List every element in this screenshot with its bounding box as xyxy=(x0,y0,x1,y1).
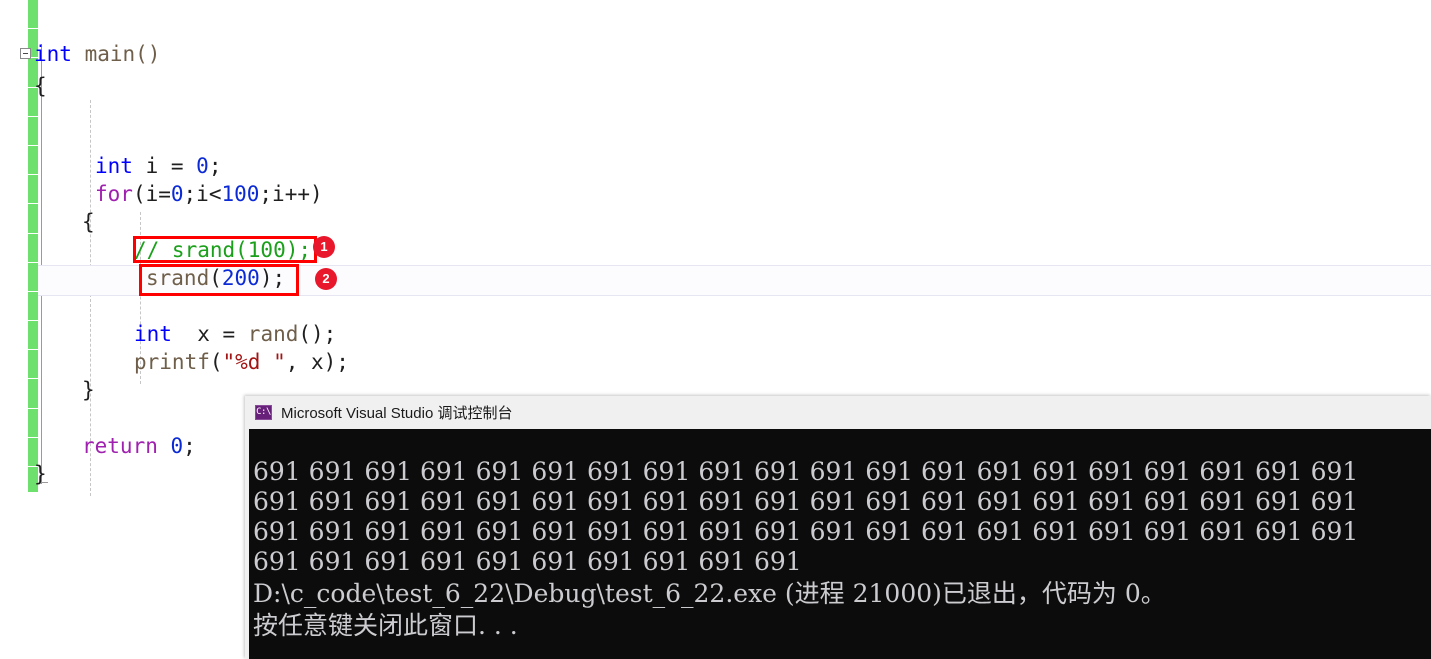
changed-line-tick xyxy=(28,350,38,380)
code-token: 0 xyxy=(170,182,184,206)
console-row-exit: D:\c_code\test_6_22\Debug\test_6_22.exe … xyxy=(253,579,1166,608)
line-int-x[interactable]: int x = rand(); xyxy=(134,322,336,346)
code-token: { xyxy=(34,74,47,98)
code-token: "%d " xyxy=(222,350,286,374)
code-token: int xyxy=(34,42,72,66)
console-row-2: 691 691 691 691 691 691 691 691 691 691 … xyxy=(253,487,1359,516)
annotation-2-box xyxy=(139,264,299,296)
changed-line-tick xyxy=(28,175,38,205)
code-token: int xyxy=(95,154,133,178)
code-token: } xyxy=(34,462,47,486)
line-return[interactable]: return 0; xyxy=(82,434,196,458)
changed-line-tick xyxy=(28,234,38,263)
line-for[interactable]: for(i=0;i<100;i++) xyxy=(95,182,323,206)
code-token: ; xyxy=(208,154,222,178)
console-row-1: 691 691 691 691 691 691 691 691 691 691 … xyxy=(253,457,1359,486)
annotation-1-box xyxy=(133,236,317,263)
code-token: , x); xyxy=(285,350,349,374)
line-int-main[interactable]: int main() xyxy=(34,42,160,66)
debug-console-window[interactable]: C:\ Microsoft Visual Studio 调试控制台 691 69… xyxy=(245,396,1431,659)
changed-line-tick xyxy=(28,204,38,234)
collapse-minus-icon[interactable] xyxy=(20,48,31,59)
changed-line-tick xyxy=(28,0,38,30)
code-token: return xyxy=(82,434,158,458)
code-outline-guide xyxy=(41,44,42,484)
console-row-4: 691 691 691 691 691 691 691 691 691 691 xyxy=(253,547,802,576)
changed-line-tick xyxy=(28,292,38,322)
changed-line-tick xyxy=(28,146,38,176)
changed-line-tick xyxy=(28,263,38,292)
code-token: ;i++) xyxy=(259,182,323,206)
line-open-brace[interactable]: { xyxy=(34,74,47,98)
changed-line-tick xyxy=(28,409,38,438)
console-row-prompt: 按任意键关闭此窗口. . . xyxy=(253,611,518,640)
line-for-close-brace[interactable]: } xyxy=(82,378,95,402)
changed-line-tick xyxy=(28,321,38,351)
line-for-open-brace[interactable]: { xyxy=(82,210,95,234)
console-output-area[interactable]: 691 691 691 691 691 691 691 691 691 691 … xyxy=(249,429,1431,659)
code-token: ( xyxy=(209,350,223,374)
code-token: main() xyxy=(71,42,161,66)
annotation-1-badge: 1 xyxy=(313,236,335,258)
code-token: (i= xyxy=(132,182,171,206)
code-token: i = xyxy=(132,154,197,178)
code-token: 100 xyxy=(221,182,260,206)
code-token: for xyxy=(95,182,133,206)
code-token: rand xyxy=(247,322,299,346)
code-token: (); xyxy=(298,322,337,346)
code-token: int xyxy=(134,322,172,346)
line-int-i[interactable]: int i = 0; xyxy=(95,154,221,178)
line-printf[interactable]: printf("%d ", x); xyxy=(134,350,349,374)
console-window-title: Microsoft Visual Studio 调试控制台 xyxy=(281,405,513,422)
code-token: { xyxy=(82,210,95,234)
console-row-3: 691 691 691 691 691 691 691 691 691 691 … xyxy=(253,517,1359,546)
annotation-2-badge: 2 xyxy=(315,268,337,290)
code-token: printf xyxy=(134,350,210,374)
line-close-brace[interactable]: } xyxy=(34,462,47,486)
changed-line-tick xyxy=(28,379,38,409)
code-token: 0 xyxy=(196,154,209,178)
code-token: ;i< xyxy=(183,182,222,206)
code-token: 0 xyxy=(170,434,184,458)
console-cmd-icon: C:\ xyxy=(255,405,272,420)
console-title-bar[interactable]: C:\ Microsoft Visual Studio 调试控制台 xyxy=(245,396,1431,429)
changed-line-tick xyxy=(28,117,38,146)
code-token: ; xyxy=(183,434,196,458)
code-token: } xyxy=(82,378,95,402)
code-token: x = xyxy=(171,322,248,346)
